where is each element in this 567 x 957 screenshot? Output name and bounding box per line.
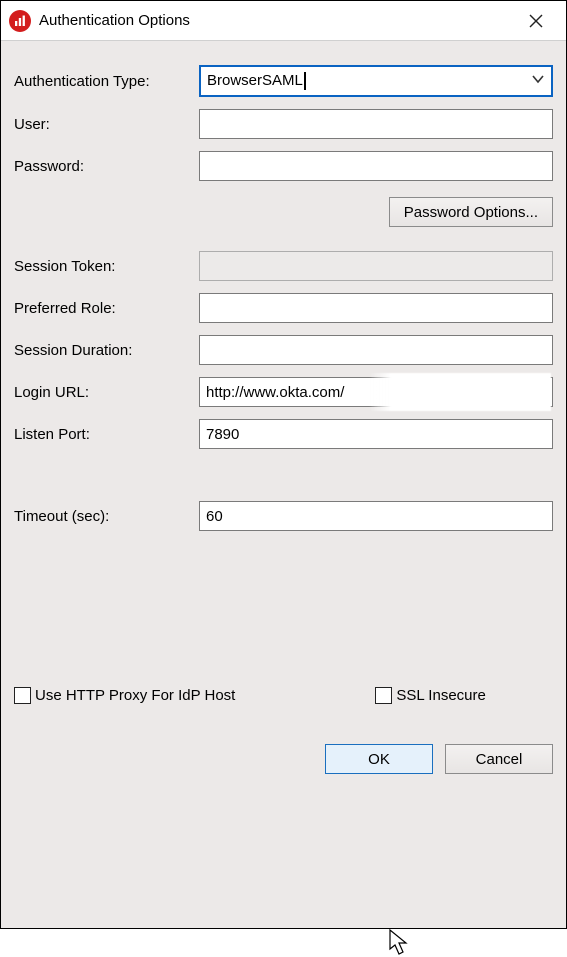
form: Authentication Type: BrowserSAML User: P…: [14, 59, 553, 774]
client-area: Authentication Type: BrowserSAML User: P…: [1, 41, 566, 928]
mouse-cursor-icon: [389, 929, 411, 957]
user-input[interactable]: [199, 109, 553, 139]
ok-button[interactable]: OK: [325, 744, 433, 774]
password-options-button[interactable]: Password Options...: [389, 197, 553, 227]
timeout-input[interactable]: [199, 501, 553, 531]
login-url-label: Login URL:: [14, 378, 189, 407]
ssl-insecure-checkbox[interactable]: SSL Insecure: [375, 687, 486, 704]
session-token-input: [199, 251, 553, 281]
close-button[interactable]: [516, 1, 556, 41]
listen-port-input[interactable]: [199, 419, 553, 449]
http-proxy-label: Use HTTP Proxy For IdP Host: [35, 687, 235, 704]
checkbox-row: Use HTTP Proxy For IdP Host SSL Insecure: [14, 687, 553, 704]
checkbox-box: [14, 687, 31, 704]
spacer: [14, 455, 553, 495]
listen-port-label: Listen Port:: [14, 420, 189, 449]
session-duration-label: Session Duration:: [14, 336, 189, 365]
footer-buttons: OK Cancel: [14, 744, 553, 774]
password-label: Password:: [14, 152, 189, 181]
app-icon: [9, 10, 31, 32]
auth-type-value: BrowserSAML: [207, 72, 306, 90]
session-token-label: Session Token:: [14, 252, 189, 281]
auth-type-combo[interactable]: BrowserSAML: [199, 65, 553, 97]
checkbox-box: [375, 687, 392, 704]
redacted-overlay: [369, 373, 551, 411]
preferred-role-input[interactable]: [199, 293, 553, 323]
preferred-role-label: Preferred Role:: [14, 294, 189, 323]
password-input[interactable]: [199, 151, 553, 181]
titlebar: Authentication Options: [1, 1, 566, 41]
timeout-label: Timeout (sec):: [14, 502, 189, 531]
user-label: User:: [14, 110, 189, 139]
window-title: Authentication Options: [39, 12, 516, 29]
auth-type-label: Authentication Type:: [14, 67, 189, 96]
session-duration-input[interactable]: [199, 335, 553, 365]
ssl-insecure-label: SSL Insecure: [396, 687, 486, 704]
close-icon: [529, 14, 543, 28]
http-proxy-checkbox[interactable]: Use HTTP Proxy For IdP Host: [14, 687, 235, 704]
chevron-down-icon: [531, 72, 545, 90]
dialog-window: Authentication Options Authentication Ty…: [0, 0, 567, 929]
cancel-button[interactable]: Cancel: [445, 744, 553, 774]
